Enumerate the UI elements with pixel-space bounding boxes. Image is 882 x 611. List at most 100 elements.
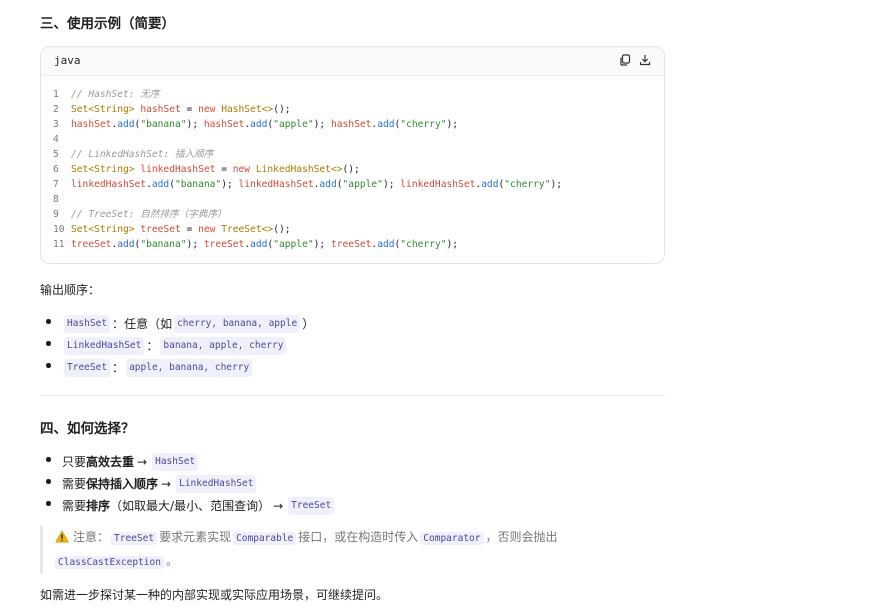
code-type: LinkedHashSet<> [255, 164, 343, 175]
line-number: 11 [53, 239, 65, 250]
inline-code: HashSet [152, 453, 199, 471]
code-variable: treeSet [330, 239, 372, 250]
line-number: 8 [53, 194, 59, 205]
output-order-label: 输出顺序： [40, 283, 101, 297]
code-variable: linkedHashSet [140, 164, 216, 175]
copy-icon[interactable] [618, 53, 632, 67]
code-string: "cherry" [400, 119, 447, 130]
code-content: 1 // HashSet: 无序 2 Set<String> hashSet = n… [41, 87, 664, 252]
code-comment: // LinkedHashSet: 插入顺序 [71, 149, 214, 160]
code-method: add [377, 119, 395, 130]
inline-code: LinkedHashSet [176, 475, 257, 493]
line-number: 7 [53, 179, 59, 190]
list-item: 只要 高效去重 → HashSet [40, 451, 336, 473]
note-text: 要求元素实现 [159, 530, 232, 544]
code-string: "cherry" [400, 239, 447, 250]
code-string: "apple" [342, 179, 383, 190]
code-line: 11 treeSet.add("banana"); treeSet.add("ap… [53, 239, 459, 250]
code-variable: linkedHashSet [238, 179, 314, 190]
code-keyword: new [198, 224, 216, 235]
line-number: 4 [53, 134, 59, 145]
code-string: "apple" [273, 239, 314, 250]
code-line: 8 [41, 192, 664, 207]
code-variable: treeSet [71, 239, 112, 250]
list-text: 需要 [62, 499, 87, 513]
line-number: 9 [53, 209, 59, 220]
list-item: TreeSet ： apple, banana, cherry [40, 357, 314, 379]
inline-code: TreeSet [64, 359, 111, 377]
line-number: 1 [53, 89, 59, 100]
divider [40, 395, 665, 396]
inline-code: HashSet [64, 315, 111, 333]
list-emphasis: 排序 [86, 499, 111, 513]
line-number: 10 [53, 224, 65, 235]
warning-blockquote: 注意： TreeSet 要求元素实现 Comparable 接口，或在构造时传入 Comp… [40, 526, 645, 574]
line-number: 3 [53, 119, 59, 130]
code-language-label: java [54, 54, 81, 67]
list-item: HashSet ： 任意（如 cherry, banana, apple ） [40, 313, 314, 335]
list-item: 需要 排序 （如取最大/最小、范围查询） → TreeSet [40, 495, 336, 517]
list-text: （如取最大/最小、范围查询） [110, 499, 271, 513]
code-method: add [319, 179, 337, 190]
code-string: "banana" [140, 119, 187, 130]
code-line: 4 [41, 132, 664, 147]
download-icon[interactable] [638, 53, 652, 67]
code-variable: linkedHashSet [71, 179, 147, 190]
code-variable: treeSet [140, 224, 181, 235]
line-number: 2 [53, 104, 59, 115]
note-text: 接口，或在构造时传入 [298, 530, 419, 544]
code-line: 1 // HashSet: 无序 [41, 87, 664, 102]
code-line: 9 // TreeSet: 自然排序（字典序） [41, 207, 664, 222]
code-method: add [250, 239, 268, 250]
code-type: Set<String> [71, 224, 135, 235]
code-method: add [151, 179, 170, 190]
closing-paragraph: 如需进一步探讨某一种的内部实现或实际应用场景，可继续提问。 [40, 588, 389, 602]
code-comment: // HashSet: 无序 [71, 89, 160, 100]
list-text: 任意（如 [124, 317, 173, 331]
code-string: "cherry" [504, 179, 551, 190]
code-variable: hashSet [71, 119, 112, 130]
code-variable: hashSet [330, 119, 372, 130]
inline-code: cherry, banana, apple [174, 315, 301, 333]
list-emphasis: 保持插入顺序 [86, 477, 159, 491]
note-text: ，否则会抛出 [485, 530, 558, 544]
code-variable: hashSet [203, 119, 245, 130]
warning-icon [55, 528, 69, 550]
line-number: 5 [53, 149, 59, 160]
line-number: 6 [53, 164, 59, 175]
code-string: "banana" [174, 179, 222, 190]
inline-code: banana, apple, cherry [160, 337, 287, 355]
code-keyword: new [232, 164, 251, 175]
inline-code: LinkedHashSet [64, 337, 145, 355]
code-keyword: new [198, 104, 216, 115]
code-string: "banana" [140, 239, 187, 250]
code-method: add [117, 239, 135, 250]
code-line: 2 Set<String> hashSet = new HashSet<>(); [53, 104, 291, 115]
inline-code: Comparable [233, 532, 297, 545]
code-variable: linkedHashSet [400, 179, 476, 190]
code-type: HashSet<> [221, 104, 274, 115]
code-type: Set<String> [71, 164, 135, 175]
code-type: TreeSet<> [221, 224, 274, 235]
arrow: → [161, 477, 172, 491]
list-emphasis: 高效去重 [86, 455, 135, 469]
arrow: → [273, 499, 284, 513]
inline-code: ClassCastException [55, 556, 164, 569]
output-order-list: HashSet ： 任意（如 cherry, banana, apple ） L… [40, 313, 314, 379]
code-method: add [250, 119, 268, 130]
note-text: 。 [165, 554, 178, 568]
list-item: 需要 保持插入顺序 → LinkedHashSet [40, 473, 336, 495]
arrow: → [137, 455, 148, 469]
code-variable: hashSet [140, 104, 181, 115]
separator: ： [146, 339, 159, 353]
list-text: 需要 [62, 477, 87, 491]
list-item: LinkedHashSet ： banana, apple, cherry [40, 335, 314, 357]
note-label: 注意： [73, 530, 110, 544]
inline-code: Comparator [420, 532, 484, 545]
code-line: 6 Set<String> linkedHashSet = new LinkedH… [53, 164, 360, 175]
code-method: add [117, 119, 135, 130]
code-method: add [377, 239, 395, 250]
code-method: add [481, 179, 499, 190]
choice-list: 只要 高效去重 → HashSet 需要 保持插入顺序 → LinkedHash… [40, 451, 336, 517]
code-line: 7 linkedHashSet.add("banana"); linkedHash… [53, 179, 563, 190]
